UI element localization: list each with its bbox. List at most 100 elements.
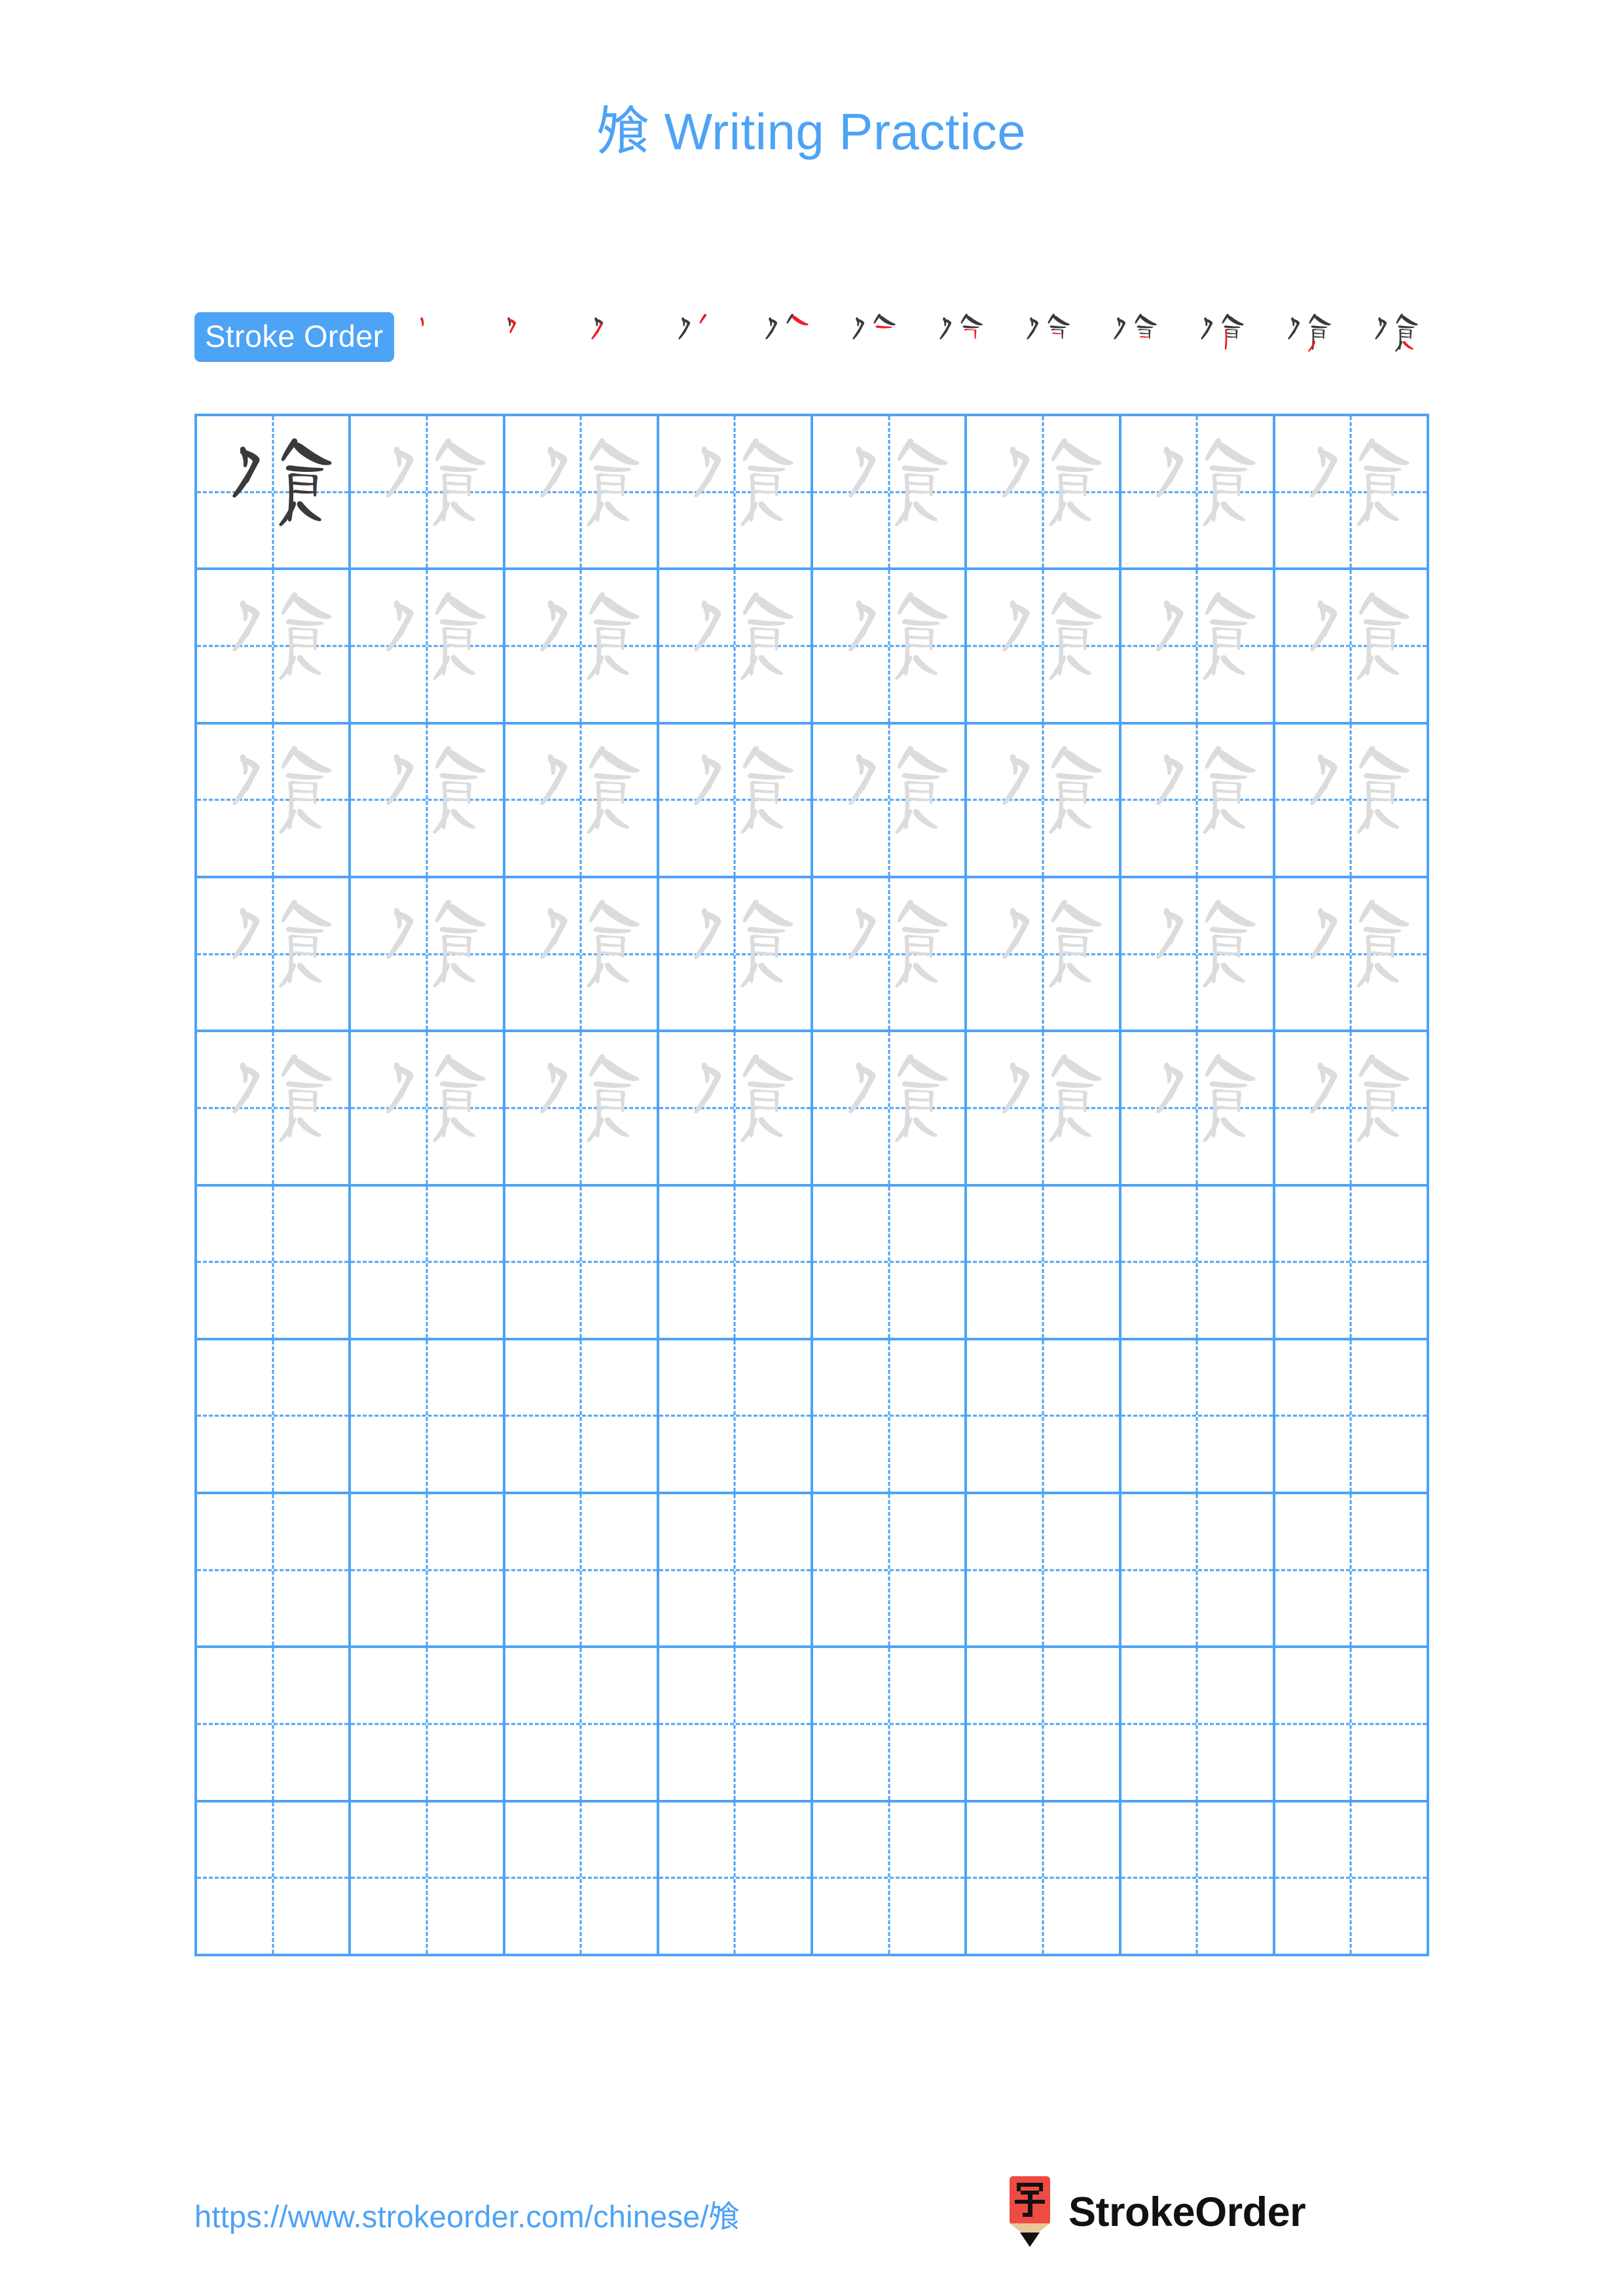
practice-cell-r5-c7[interactable] <box>1121 1032 1275 1187</box>
trace-character <box>351 1032 502 1183</box>
practice-cell-r4-c8[interactable] <box>1275 878 1429 1033</box>
practice-cell-r9-c2[interactable] <box>351 1648 505 1803</box>
practice-cell-r9-c6[interactable] <box>967 1648 1122 1803</box>
practice-cell-r10-c6[interactable] <box>967 1802 1122 1956</box>
stroke-step-1 <box>398 308 471 367</box>
practice-cell-r3-c4[interactable] <box>659 724 813 878</box>
trace-character <box>659 416 811 567</box>
practice-cell-r7-c5[interactable] <box>813 1340 968 1495</box>
practice-cell-r3-c1[interactable] <box>197 724 352 878</box>
trace-character <box>967 1032 1118 1183</box>
practice-cell-r8-c6[interactable] <box>967 1494 1122 1649</box>
practice-cell-r9-c3[interactable] <box>505 1648 659 1803</box>
trace-character <box>1275 1032 1427 1183</box>
practice-cell-r10-c7[interactable] <box>1121 1802 1275 1956</box>
practice-cell-r9-c5[interactable] <box>813 1648 968 1803</box>
practice-cell-r4-c1[interactable] <box>197 878 352 1033</box>
practice-cell-r7-c2[interactable] <box>351 1340 505 1495</box>
trace-character <box>351 570 502 721</box>
practice-cell-r8-c8[interactable] <box>1275 1494 1429 1649</box>
practice-cell-r2-c3[interactable] <box>505 570 659 725</box>
practice-cell-r6-c4[interactable] <box>659 1186 813 1340</box>
practice-cell-r6-c3[interactable] <box>505 1186 659 1340</box>
practice-cell-r2-c5[interactable] <box>813 570 968 725</box>
stroke-step-8 <box>1008 308 1081 367</box>
practice-cell-r1-c6[interactable] <box>967 416 1122 571</box>
brand-name: StrokeOrder <box>1068 2189 1306 2235</box>
practice-cell-r6-c8[interactable] <box>1275 1186 1429 1340</box>
practice-cell-r3-c8[interactable] <box>1275 724 1429 878</box>
page-title-text: Writing Practice <box>649 103 1027 160</box>
practice-cell-r7-c1[interactable] <box>197 1340 352 1495</box>
practice-cell-r10-c4[interactable] <box>659 1802 813 1956</box>
practice-cell-r3-c6[interactable] <box>967 724 1122 878</box>
trace-character <box>1122 725 1273 876</box>
trace-character <box>1122 1032 1273 1183</box>
practice-cell-r1-c4[interactable] <box>659 416 813 571</box>
practice-cell-r1-c3[interactable] <box>505 416 659 571</box>
practice-cell-r1-c7[interactable] <box>1121 416 1275 571</box>
practice-cell-r5-c5[interactable] <box>813 1032 968 1187</box>
footer-url[interactable]: https://www.strokeorder.com/chinese/飧 <box>194 2191 740 2236</box>
practice-cell-r8-c3[interactable] <box>505 1494 659 1649</box>
practice-cell-r7-c3[interactable] <box>505 1340 659 1495</box>
practice-cell-r4-c3[interactable] <box>505 878 659 1033</box>
practice-cell-r1-c2[interactable] <box>351 416 505 571</box>
practice-cell-r6-c5[interactable] <box>813 1186 968 1340</box>
trace-character <box>659 878 811 1030</box>
practice-cell-r9-c8[interactable] <box>1275 1648 1429 1803</box>
practice-cell-r5-c8[interactable] <box>1275 1032 1429 1187</box>
practice-cell-r7-c4[interactable] <box>659 1340 813 1495</box>
practice-cell-r2-c4[interactable] <box>659 570 813 725</box>
practice-cell-r1-c1[interactable] <box>197 416 352 571</box>
practice-cell-r2-c6[interactable] <box>967 570 1122 725</box>
trace-character <box>659 725 811 876</box>
practice-cell-r4-c2[interactable] <box>351 878 505 1033</box>
practice-cell-r5-c1[interactable] <box>197 1032 352 1187</box>
practice-cell-r10-c2[interactable] <box>351 1802 505 1956</box>
practice-cell-r3-c3[interactable] <box>505 724 659 878</box>
trace-character <box>1275 416 1427 567</box>
practice-cell-r9-c1[interactable] <box>197 1648 352 1803</box>
trace-character <box>197 725 348 876</box>
practice-cell-r6-c6[interactable] <box>967 1186 1122 1340</box>
practice-cell-r1-c5[interactable] <box>813 416 968 571</box>
practice-cell-r8-c5[interactable] <box>813 1494 968 1649</box>
practice-cell-r10-c8[interactable] <box>1275 1802 1429 1956</box>
practice-cell-r8-c7[interactable] <box>1121 1494 1275 1649</box>
practice-cell-r5-c3[interactable] <box>505 1032 659 1187</box>
practice-cell-r2-c7[interactable] <box>1121 570 1275 725</box>
pencil-logo-icon <box>1010 2176 1050 2247</box>
practice-cell-r4-c4[interactable] <box>659 878 813 1033</box>
practice-cell-r7-c7[interactable] <box>1121 1340 1275 1495</box>
practice-cell-r6-c7[interactable] <box>1121 1186 1275 1340</box>
practice-cell-r3-c5[interactable] <box>813 724 968 878</box>
practice-cell-r9-c7[interactable] <box>1121 1648 1275 1803</box>
practice-cell-r1-c8[interactable] <box>1275 416 1429 571</box>
practice-cell-r4-c7[interactable] <box>1121 878 1275 1033</box>
practice-cell-r5-c4[interactable] <box>659 1032 813 1187</box>
trace-character <box>505 416 657 567</box>
practice-cell-r8-c4[interactable] <box>659 1494 813 1649</box>
practice-cell-r2-c8[interactable] <box>1275 570 1429 725</box>
practice-cell-r2-c1[interactable] <box>197 570 352 725</box>
practice-cell-r10-c1[interactable] <box>197 1802 352 1956</box>
practice-cell-r8-c1[interactable] <box>197 1494 352 1649</box>
practice-cell-r9-c4[interactable] <box>659 1648 813 1803</box>
practice-cell-r10-c3[interactable] <box>505 1802 659 1956</box>
practice-cell-r7-c6[interactable] <box>967 1340 1122 1495</box>
practice-cell-r10-c5[interactable] <box>813 1802 968 1956</box>
practice-cell-r5-c6[interactable] <box>967 1032 1122 1187</box>
practice-cell-r4-c6[interactable] <box>967 878 1122 1033</box>
practice-cell-r4-c5[interactable] <box>813 878 968 1033</box>
practice-cell-r6-c1[interactable] <box>197 1186 352 1340</box>
practice-cell-r2-c2[interactable] <box>351 570 505 725</box>
practice-cell-r6-c2[interactable] <box>351 1186 505 1340</box>
practice-cell-r8-c2[interactable] <box>351 1494 505 1649</box>
practice-cell-r3-c2[interactable] <box>351 724 505 878</box>
trace-character <box>1275 725 1427 876</box>
practice-cell-r7-c8[interactable] <box>1275 1340 1429 1495</box>
practice-cell-r5-c2[interactable] <box>351 1032 505 1187</box>
trace-character <box>813 878 964 1030</box>
practice-cell-r3-c7[interactable] <box>1121 724 1275 878</box>
